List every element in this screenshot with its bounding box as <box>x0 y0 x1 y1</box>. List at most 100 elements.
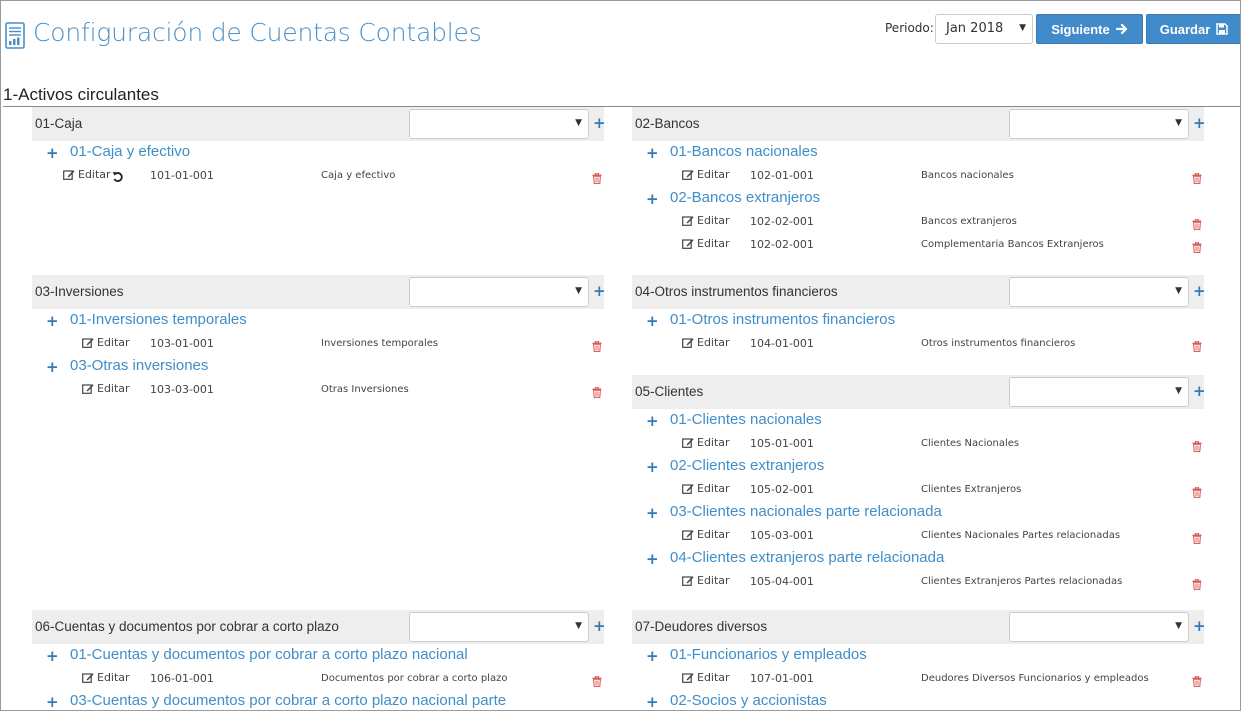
panel-header: 02-Bancos ▼ + <box>632 107 1206 141</box>
delete-button[interactable] <box>1192 529 1202 548</box>
edit-button[interactable]: Editar <box>82 382 130 395</box>
add-subgroup-button[interactable]: + <box>593 114 606 132</box>
subgroup-link[interactable]: 02-Socios y accionistas <box>670 692 827 709</box>
account-select[interactable]: ▼ <box>1009 277 1189 307</box>
edit-button[interactable]: Editar <box>682 214 730 227</box>
add-subgroup-button[interactable]: + <box>1193 617 1206 635</box>
add-account-button[interactable]: + <box>646 550 659 568</box>
account-code: 103-03-001 <box>150 383 214 396</box>
delete-button[interactable] <box>592 169 602 188</box>
account-row: Editar 105-03-001 Clientes Nacionales Part… <box>632 524 1204 547</box>
edit-button[interactable]: Editar <box>682 671 730 684</box>
add-account-button[interactable]: + <box>646 312 659 330</box>
add-account-button[interactable]: + <box>646 647 659 665</box>
account-group-panel: 02-Bancos ▼ + +01-Bancos nacionales Editar 10… <box>632 107 1206 257</box>
add-account-button[interactable]: + <box>646 458 659 476</box>
add-account-button[interactable]: + <box>46 358 59 376</box>
account-row: Editar 101-01-001 Caja y efectivo <box>32 164 604 187</box>
undo-button[interactable] <box>112 168 124 187</box>
subgroup-link[interactable]: 01-Bancos nacionales <box>670 143 818 160</box>
add-account-button[interactable]: + <box>646 412 659 430</box>
edit-button[interactable]: Editar <box>682 336 730 349</box>
delete-button[interactable] <box>1192 437 1202 456</box>
add-account-button[interactable]: + <box>46 647 59 665</box>
section-title: 1-Activos circulantes <box>3 85 159 104</box>
delete-button[interactable] <box>592 383 602 402</box>
next-button[interactable]: Siguiente <box>1036 14 1143 44</box>
account-description: Otros instrumentos financieros <box>921 338 1076 349</box>
period-value: Jan 2018 <box>946 21 1004 36</box>
edit-button[interactable]: Editar <box>82 336 130 349</box>
trash-icon <box>1192 532 1202 545</box>
add-account-button[interactable]: + <box>646 504 659 522</box>
add-account-button[interactable]: + <box>46 693 59 710</box>
edit-button[interactable]: Editar <box>682 237 730 250</box>
account-select[interactable]: ▼ <box>409 277 589 307</box>
subgroup-link[interactable]: 01-Caja y efectivo <box>70 143 190 160</box>
period-select[interactable]: Jan 2018 ▼ <box>935 14 1033 44</box>
account-row: Editar 103-01-001 Inversiones temporales <box>32 332 604 355</box>
add-account-button[interactable]: + <box>646 190 659 208</box>
period-label: Periodo: <box>885 21 934 35</box>
delete-button[interactable] <box>1192 672 1202 691</box>
add-subgroup-button[interactable]: + <box>593 282 606 300</box>
delete-button[interactable] <box>592 672 602 691</box>
account-description: Caja y efectivo <box>321 170 396 181</box>
edit-button[interactable]: Editar <box>682 574 730 587</box>
add-subgroup-button[interactable]: + <box>1193 382 1206 400</box>
account-select[interactable]: ▼ <box>409 109 589 139</box>
edit-button[interactable]: Editar <box>682 168 730 181</box>
delete-button[interactable] <box>1192 215 1202 234</box>
edit-icon <box>82 673 94 683</box>
edit-label: Editar <box>697 168 730 181</box>
save-button[interactable]: Guardar <box>1146 14 1240 44</box>
add-subgroup-button[interactable]: + <box>1193 282 1206 300</box>
edit-button[interactable]: Editar <box>682 528 730 541</box>
account-group-panel: 01-Caja ▼ + +01-Caja y efectivo Editar 101-01… <box>32 107 606 187</box>
delete-button[interactable] <box>1192 483 1202 502</box>
account-description: Complementaria Bancos Extranjeros <box>921 239 1104 250</box>
subgroup-link[interactable]: 03-Cuentas y documentos por cobrar a cor… <box>70 692 506 709</box>
account-select[interactable]: ▼ <box>409 612 589 642</box>
add-subgroup-button[interactable]: + <box>1193 114 1206 132</box>
account-select[interactable]: ▼ <box>1009 377 1189 407</box>
delete-button[interactable] <box>1192 337 1202 356</box>
delete-button[interactable] <box>1192 169 1202 188</box>
subgroup-link[interactable]: 04-Clientes extranjeros parte relacionad… <box>670 549 944 566</box>
account-group-panel: 03-Inversiones ▼ + +01-Inversiones temporal… <box>32 275 606 402</box>
subgroup-link[interactable]: 03-Otras inversiones <box>70 357 208 374</box>
subgroup-link[interactable]: 02-Bancos extranjeros <box>670 189 820 206</box>
panel-header: 06-Cuentas y documentos por cobrar a cor… <box>32 610 606 644</box>
subgroup-link[interactable]: 01-Cuentas y documentos por cobrar a cor… <box>70 646 468 663</box>
edit-icon <box>82 338 94 348</box>
edit-label: Editar <box>697 237 730 250</box>
panel-title: 06-Cuentas y documentos por cobrar a cor… <box>35 619 339 634</box>
account-select[interactable]: ▼ <box>1009 109 1189 139</box>
edit-button[interactable]: Editar <box>682 482 730 495</box>
account-select[interactable]: ▼ <box>1009 612 1189 642</box>
subgroup-link[interactable]: 01-Otros instrumentos financieros <box>670 311 895 328</box>
account-description: Otras Inversiones <box>321 384 409 395</box>
trash-icon <box>592 386 602 399</box>
subgroup-link[interactable]: 01-Clientes nacionales <box>670 411 822 428</box>
edit-label: Editar <box>97 382 130 395</box>
add-account-button[interactable]: + <box>646 693 659 710</box>
add-account-button[interactable]: + <box>46 312 59 330</box>
subgroup-link[interactable]: 02-Clientes extranjeros <box>670 457 824 474</box>
edit-button[interactable]: Editar <box>82 671 130 684</box>
delete-button[interactable] <box>1192 238 1202 257</box>
delete-button[interactable] <box>1192 575 1202 594</box>
subgroup-link[interactable]: 01-Inversiones temporales <box>70 311 247 328</box>
add-account-button[interactable]: + <box>46 144 59 162</box>
account-code: 105-01-001 <box>750 437 814 450</box>
add-account-button[interactable]: + <box>646 144 659 162</box>
subgroup-row: +02-Bancos extranjeros <box>632 188 1204 210</box>
delete-button[interactable] <box>592 337 602 356</box>
next-button-label: Siguiente <box>1051 21 1110 37</box>
subgroup-link[interactable]: 03-Clientes nacionales parte relacionada <box>670 503 942 520</box>
edit-button[interactable]: Editar <box>63 168 111 181</box>
edit-icon <box>82 384 94 394</box>
add-subgroup-button[interactable]: + <box>593 617 606 635</box>
edit-button[interactable]: Editar <box>682 436 730 449</box>
subgroup-link[interactable]: 01-Funcionarios y empleados <box>670 646 867 663</box>
